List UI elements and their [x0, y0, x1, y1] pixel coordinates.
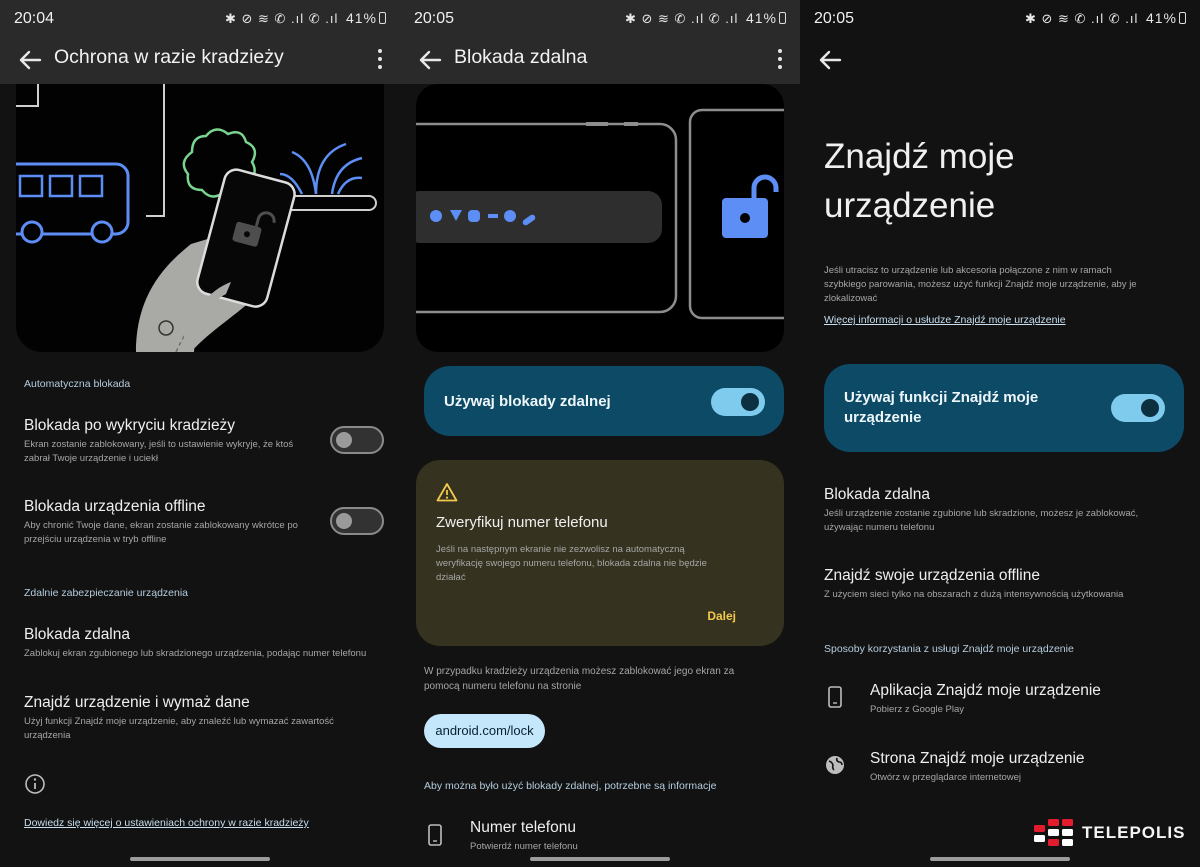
use-remote-lock-label: Używaj blokady zdalnej	[444, 393, 611, 410]
remote-lock-title: Blokada zdalna	[824, 486, 930, 503]
globe-icon	[826, 756, 844, 774]
use-find-my-device-label-line2: urządzenie	[844, 409, 922, 426]
remote-lock-illustration	[416, 84, 784, 352]
page-heading: Znajdź moje urządzenie	[824, 132, 1015, 230]
phone-icon	[428, 824, 442, 846]
offline-lock-switch[interactable]	[330, 507, 384, 535]
battery-level: 41%	[745, 10, 777, 26]
find-app-sub: Pobierz z Google Play	[870, 704, 964, 715]
page-heading-line1: Znajdź moje	[824, 137, 1015, 176]
intro-line3: zlokalizować	[824, 293, 878, 304]
section-header-requirements: Aby można było użyć blokady zdalnej, pot…	[424, 780, 717, 792]
status-time: 20:05	[414, 10, 455, 27]
status-time: 20:04	[14, 10, 55, 27]
offline-lock-sub-line2: przejściu urządzenia w tryb offline	[24, 534, 167, 545]
phone-icon	[828, 686, 842, 708]
verify-phone-body-line3: działać	[436, 572, 466, 583]
status-bar: 20:04 ✱ ⊘ ≋ ✆ .ıl ✆ .ıl 41%	[0, 0, 400, 38]
status-bar: 20:05 ✱ ⊘ ≋ ✆ .ıl ✆ .ıl 41%	[400, 0, 800, 38]
status-bar: 20:05 ✱ ⊘ ≋ ✆ .ıl ✆ .ıl 41%	[800, 0, 1200, 38]
next-button[interactable]: Dalej	[707, 609, 736, 623]
offline-lock-title: Blokada urządzenia offline	[24, 498, 206, 515]
back-arrow-icon[interactable]	[414, 44, 446, 76]
phone-number-sub: Potwierdź numer telefonu	[470, 841, 578, 852]
screen-find-my-device: 20:05 ✱ ⊘ ≋ ✆ .ıl ✆ .ıl 41% Znajdź moje …	[800, 0, 1200, 867]
intro-line1: Jeśli utracisz to urządzenie lub akcesor…	[824, 265, 1112, 276]
remote-lock-sub: Zablokuj ekran zgubionego lub skradzione…	[24, 648, 367, 659]
find-erase-sub-line2: urządzenia	[24, 730, 71, 741]
gesture-nav-bar[interactable]	[130, 857, 270, 861]
remote-lock-title: Blokada zdalna	[24, 626, 130, 643]
offline-devices-title: Znajdź swoje urządzenia offline	[824, 567, 1040, 584]
find-web-title: Strona Znajdź moje urządzenie	[870, 750, 1085, 767]
offline-devices-sub: Z użyciem sieci tylko na obszarach z duż…	[824, 589, 1124, 600]
screen-theft-protection: 20:04 ✱ ⊘ ≋ ✆ .ıl ✆ .ıl 41% Ochrona w ra…	[0, 0, 400, 867]
theft-illustration	[16, 84, 384, 352]
back-arrow-icon[interactable]	[814, 44, 846, 76]
info-icon	[25, 774, 45, 794]
screen-remote-lock: 20:05 ✱ ⊘ ≋ ✆ .ıl ✆ .ıl 41% Blokada zdal…	[400, 0, 800, 867]
more-info-link[interactable]: Więcej informacji o usłudze Znajdź moje …	[824, 313, 1066, 327]
battery-level: 41%	[345, 10, 377, 26]
remote-lock-info-line1: W przypadku kradzieży urządzenia możesz …	[424, 666, 735, 677]
battery-icon	[379, 12, 386, 24]
verify-phone-card: Zweryfikuj numer telefonu Jeśli na nastę…	[416, 460, 784, 646]
more-options-icon[interactable]	[372, 45, 388, 75]
unlock-icon	[722, 174, 779, 238]
telepolis-logo-icon	[1034, 819, 1073, 846]
status-icon-glyphs: ✱ ⊘ ≋ ✆ .ıl ✆ .ıl	[224, 11, 339, 26]
use-remote-lock-switch[interactable]	[711, 388, 765, 416]
remote-lock-sub-line2: używając numeru telefonu	[824, 522, 935, 533]
back-arrow-icon[interactable]	[14, 44, 46, 76]
battery-level: 41%	[1145, 10, 1177, 26]
app-bar	[800, 38, 1200, 84]
section-header-ways-to-use: Sposoby korzystania z usługi Znajdź moje…	[824, 643, 1074, 655]
bus-icon	[16, 162, 130, 244]
page-heading-line2: urządzenie	[824, 186, 996, 225]
status-icons: ✱ ⊘ ≋ ✆ .ıl ✆ .ıl 41%	[225, 10, 386, 27]
find-web-sub: Otwórz w przeglądarce internetowej	[870, 772, 1022, 783]
offline-lock-sub-line1: Aby chronić Twoje dane, ekran zostanie z…	[24, 520, 298, 531]
theft-lock-sub-line1: Ekran zostanie zablokowany, jeśli to ust…	[24, 439, 294, 450]
verify-phone-title: Zweryfikuj numer telefonu	[436, 514, 608, 531]
status-icons: ✱ ⊘ ≋ ✆ .ıl ✆ .ıl 41%	[1025, 10, 1186, 27]
telepolis-watermark: TELEPOLIS	[1028, 815, 1188, 855]
gesture-nav-bar[interactable]	[530, 857, 670, 861]
section-header-remote-security: Zdalnie zabezpieczanie urządzenia	[24, 587, 189, 599]
use-find-my-device-switch[interactable]	[1111, 394, 1165, 422]
section-header-auto-lock: Automatyczna blokada	[24, 378, 131, 390]
app-bar: Ochrona w razie kradzieży	[0, 38, 400, 84]
use-remote-lock-card[interactable]: Używaj blokady zdalnej	[424, 366, 784, 436]
find-erase-sub-line1: Użyj funkcji Znajdź moje urządzenie, aby…	[24, 716, 334, 727]
verify-phone-body-line1: Jeśli na następnym ekranie nie zezwolisz…	[436, 544, 685, 555]
page-title: Blokada zdalna	[454, 46, 588, 68]
status-time: 20:05	[814, 10, 855, 27]
warning-icon	[436, 483, 458, 502]
find-erase-title: Znajdź urządzenie i wymaż dane	[24, 694, 250, 711]
phone-illustration	[196, 168, 296, 308]
more-options-icon[interactable]	[772, 45, 788, 75]
theft-lock-title: Blokada po wykryciu kradzieży	[24, 417, 236, 434]
use-find-my-device-label-line1: Używaj funkcji Znajdź moje	[844, 389, 1039, 406]
status-icon-glyphs: ✱ ⊘ ≋ ✆ .ıl ✆ .ıl	[1024, 11, 1139, 26]
battery-icon	[779, 12, 786, 24]
use-find-my-device-card[interactable]: Używaj funkcji Znajdź moje urządzenie	[824, 364, 1184, 452]
app-bar: Blokada zdalna	[400, 38, 800, 84]
status-icons: ✱ ⊘ ≋ ✆ .ıl ✆ .ıl 41%	[625, 10, 786, 27]
page-title: Ochrona w razie kradzieży	[54, 46, 284, 68]
find-app-title: Aplikacja Znajdź moje urządzenie	[870, 682, 1101, 699]
learn-more-link[interactable]: Dowiedz się więcej o ustawieniach ochron…	[24, 816, 309, 830]
watermark-text: TELEPOLIS	[1082, 823, 1186, 842]
theft-lock-switch[interactable]	[330, 426, 384, 454]
battery-icon	[1179, 12, 1186, 24]
status-icon-glyphs: ✱ ⊘ ≋ ✆ .ıl ✆ .ıl	[624, 11, 739, 26]
gesture-nav-bar[interactable]	[930, 857, 1070, 861]
remote-lock-info-line2: pomocą numeru telefonu na stronie	[424, 681, 582, 692]
phone-number-title: Numer telefonu	[470, 819, 576, 836]
remote-lock-sub-line1: Jeśli urządzenie zostanie zgubione lub s…	[824, 508, 1139, 519]
intro-line2: szybkiego parowania, możesz użyć funkcji…	[824, 279, 1137, 290]
android-lock-link-button[interactable]: android.com/lock	[424, 714, 545, 748]
theft-lock-sub-line2: zabrał Twoje urządzenie i uciekł	[24, 453, 158, 464]
verify-phone-body-line2: weryfikację swojego numeru telefonu, blo…	[436, 558, 707, 569]
